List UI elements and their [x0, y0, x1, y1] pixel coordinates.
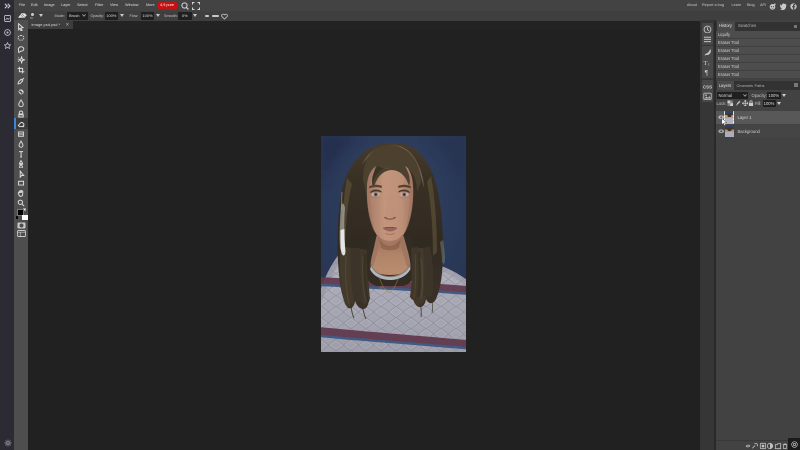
- svg-text:¶: ¶: [704, 69, 708, 77]
- svg-text:CSS: CSS: [703, 84, 712, 89]
